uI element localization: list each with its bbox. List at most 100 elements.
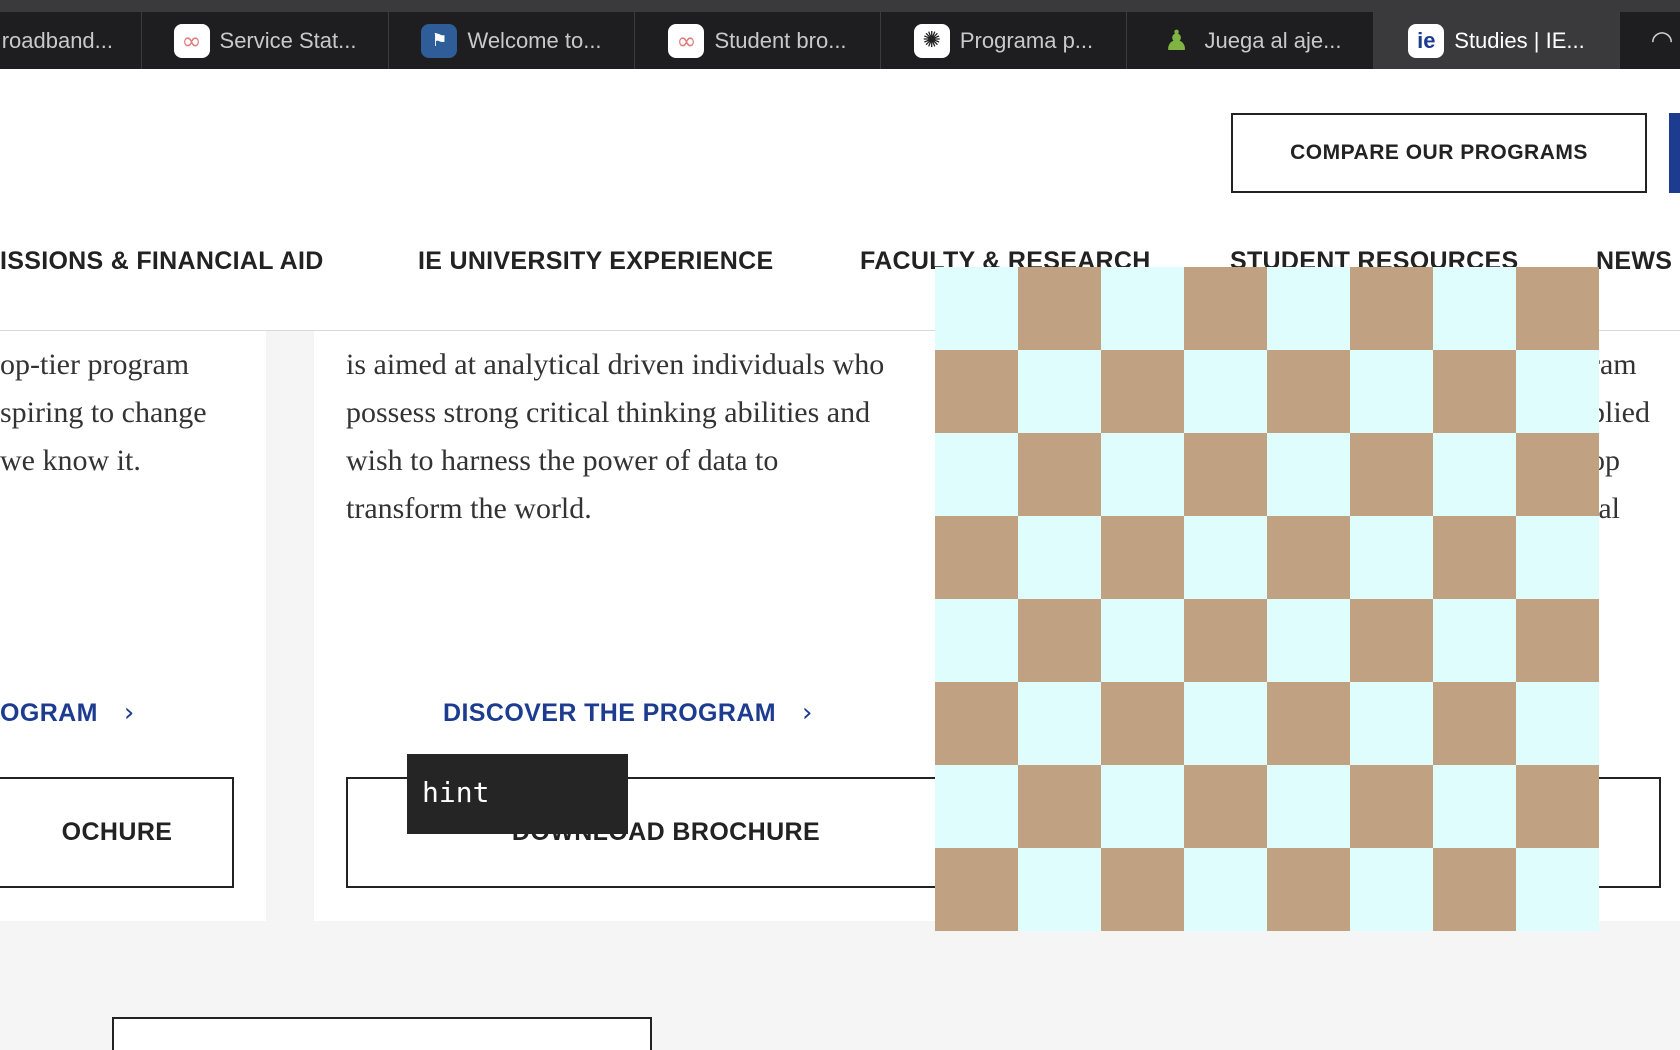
board-square[interactable]: [1018, 599, 1101, 682]
board-square[interactable]: [1101, 765, 1184, 848]
tab-service-status[interactable]: ∞ Service Stat...: [142, 12, 389, 69]
tab-label: Juega al aje...: [1204, 27, 1342, 53]
board-square[interactable]: [1184, 599, 1267, 682]
board-square[interactable]: [1101, 350, 1184, 433]
board-square[interactable]: [935, 516, 1018, 599]
board-square[interactable]: [1018, 848, 1101, 931]
board-square[interactable]: [1516, 682, 1599, 765]
program-description: ram plied op tal: [1590, 348, 1650, 525]
board-square[interactable]: [1516, 599, 1599, 682]
board-square[interactable]: [1018, 267, 1101, 350]
board-square[interactable]: [935, 350, 1018, 433]
board-square[interactable]: [1184, 848, 1267, 931]
board-square[interactable]: [1184, 350, 1267, 433]
board-square[interactable]: [1184, 433, 1267, 516]
edge-icon: ◠: [1650, 25, 1674, 55]
ie-icon: ie: [1408, 23, 1445, 58]
apply-button-edge[interactable]: [1669, 113, 1680, 193]
chevron-right-icon: ›: [802, 698, 813, 728]
board-square[interactable]: [1433, 350, 1516, 433]
board-square[interactable]: [1350, 765, 1433, 848]
board-square[interactable]: [1350, 599, 1433, 682]
board-square[interactable]: [1267, 516, 1350, 599]
tab-juega-ajedrez[interactable]: ♟ Juega al aje...: [1127, 12, 1374, 69]
nav-news[interactable]: NEWS: [1596, 247, 1672, 276]
board-square[interactable]: [1101, 848, 1184, 931]
board-square[interactable]: [1433, 267, 1516, 350]
board-square[interactable]: [1101, 599, 1184, 682]
board-square[interactable]: [1516, 350, 1599, 433]
board-square[interactable]: [1350, 267, 1433, 350]
board-square[interactable]: [935, 433, 1018, 516]
board-square[interactable]: [1267, 765, 1350, 848]
openai-icon: ✺: [913, 23, 950, 58]
board-square[interactable]: [1018, 350, 1101, 433]
nav-admissions-financial-aid[interactable]: ISSIONS & FINANCIAL AID: [0, 247, 324, 276]
board-square[interactable]: [935, 765, 1018, 848]
hint-tooltip: hint: [407, 754, 628, 834]
board-square[interactable]: [1433, 848, 1516, 931]
tab-programa[interactable]: ✺ Programa p...: [881, 12, 1127, 69]
board-square[interactable]: [1184, 765, 1267, 848]
nav-ie-university-experience[interactable]: IE UNIVERSITY EXPERIENCE: [418, 247, 773, 276]
board-square[interactable]: [1267, 350, 1350, 433]
infinity-icon: ∞: [173, 23, 210, 58]
board-square[interactable]: [1018, 765, 1101, 848]
chess-board-overlay[interactable]: [935, 267, 1599, 931]
board-square[interactable]: [935, 848, 1018, 931]
download-brochure-button[interactable]: OCHURE: [0, 777, 234, 888]
tab-label: Service Stat...: [219, 27, 357, 53]
board-square[interactable]: [1267, 267, 1350, 350]
board-square[interactable]: [1101, 516, 1184, 599]
tab-broadband[interactable]: roadband...: [0, 12, 142, 69]
compare-programs-button[interactable]: COMPARE OUR PROGRAMS: [1231, 113, 1647, 193]
tab-label: Welcome to...: [467, 27, 602, 53]
board-square[interactable]: [1184, 516, 1267, 599]
board-square[interactable]: [1516, 765, 1599, 848]
board-square[interactable]: [1267, 682, 1350, 765]
board-square[interactable]: [1433, 433, 1516, 516]
tab-studies-ie[interactable]: ie Studies | IE...: [1374, 12, 1620, 69]
board-square[interactable]: [1433, 765, 1516, 848]
board-square[interactable]: [1018, 516, 1101, 599]
board-square[interactable]: [1350, 516, 1433, 599]
board-square[interactable]: [1350, 433, 1433, 516]
tab-welcome[interactable]: ⚑ Welcome to...: [389, 12, 635, 69]
tab-student-brochure[interactable]: ∞ Student bro...: [635, 12, 881, 69]
pawn-icon: ♟: [1163, 24, 1190, 57]
tab-label: Studies | IE...: [1454, 27, 1585, 53]
infinity-icon: ∞: [668, 23, 705, 58]
board-square[interactable]: [1018, 433, 1101, 516]
discover-program-link[interactable]: OGRAM ›: [0, 698, 135, 728]
board-square[interactable]: [935, 599, 1018, 682]
board-square[interactable]: [1350, 848, 1433, 931]
board-square[interactable]: [1101, 682, 1184, 765]
board-square[interactable]: [1516, 848, 1599, 931]
board-square[interactable]: [1101, 433, 1184, 516]
chevron-right-icon: ›: [123, 698, 135, 728]
tab-partial[interactable]: ◠: [1620, 12, 1680, 69]
board-square[interactable]: [1267, 433, 1350, 516]
tab-label: Programa p...: [959, 27, 1094, 53]
board-square[interactable]: [1433, 682, 1516, 765]
board-square[interactable]: [1018, 682, 1101, 765]
board-square[interactable]: [1350, 350, 1433, 433]
board-square[interactable]: [1267, 848, 1350, 931]
section-box: [112, 1017, 652, 1050]
board-square[interactable]: [1516, 516, 1599, 599]
board-square[interactable]: [1350, 682, 1433, 765]
board-square[interactable]: [935, 267, 1018, 350]
board-square[interactable]: [1101, 267, 1184, 350]
board-square[interactable]: [1267, 599, 1350, 682]
tab-label: Student bro...: [714, 27, 847, 53]
board-square[interactable]: [1184, 682, 1267, 765]
program-description: op-tier program spiring to change we kno…: [0, 348, 207, 477]
board-square[interactable]: [1516, 433, 1599, 516]
browser-tab-strip: roadband... ∞ Service Stat... ⚑ Welcome …: [0, 0, 1680, 69]
discover-program-link[interactable]: DISCOVER THE PROGRAM ›: [443, 698, 813, 728]
board-square[interactable]: [1184, 267, 1267, 350]
board-square[interactable]: [1433, 516, 1516, 599]
board-square[interactable]: [935, 682, 1018, 765]
board-square[interactable]: [1433, 599, 1516, 682]
board-square[interactable]: [1516, 267, 1599, 350]
